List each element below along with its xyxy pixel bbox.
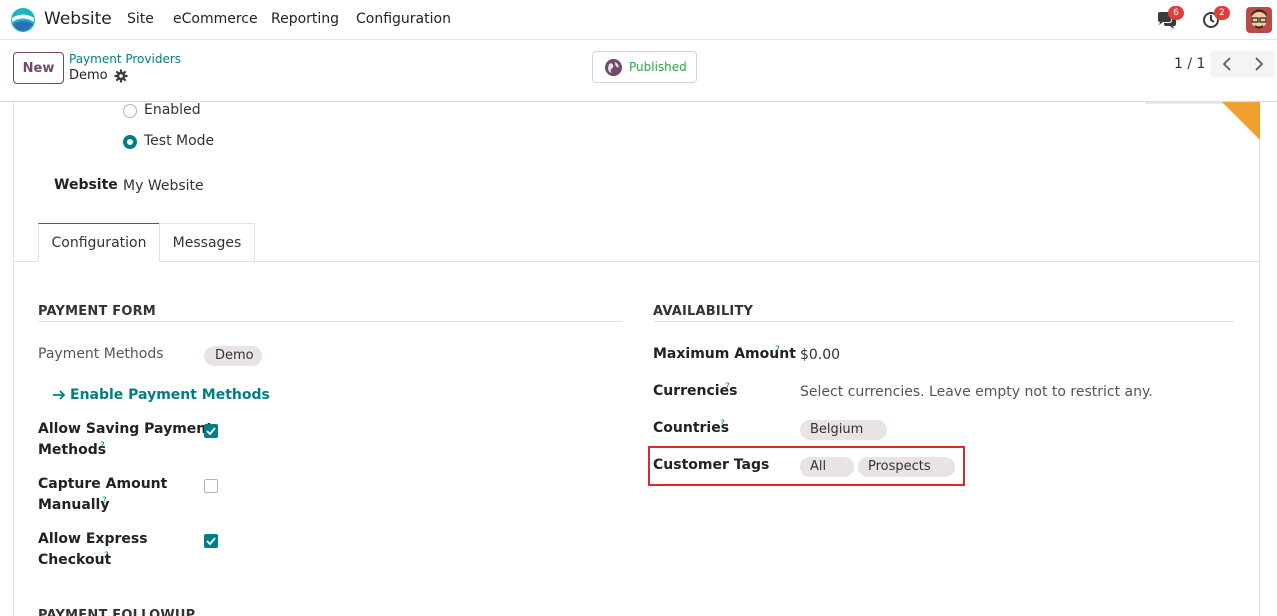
breadcrumb-current-record: Demo (69, 68, 108, 83)
menu-ecommerce[interactable]: eCommerce (173, 11, 258, 27)
pager-value[interactable]: 1 / 1 (1174, 56, 1205, 72)
availability-section-rule (653, 321, 1235, 322)
globe-icon (605, 59, 622, 76)
website-app-icon (11, 8, 35, 32)
published-button[interactable]: Published (592, 51, 697, 83)
express-checkout-label-line1: Allow Express (38, 531, 148, 547)
country-tag-belgium[interactable]: Belgium (800, 420, 887, 440)
customer-tag-prospects[interactable]: Prospects (858, 457, 955, 477)
capture-amount-help-icon[interactable]: ? (102, 496, 107, 506)
user-avatar[interactable] (1246, 7, 1272, 33)
payment-methods-label: Payment Methods (38, 346, 164, 362)
availability-section-title: AVAILABILITY (653, 304, 754, 319)
top-navbar: Website Site eCommerce Reporting Configu… (0, 0, 1277, 40)
messages-count-badge: 6 (1168, 6, 1184, 20)
website-field-label: Website (54, 177, 118, 193)
published-label: Published (629, 60, 687, 74)
tab-configuration[interactable]: Configuration (38, 223, 160, 262)
user-avatar-icon (1246, 7, 1272, 33)
checkmark-icon (206, 427, 216, 436)
customer-tags-label: Customer Tags (653, 457, 770, 473)
test-mode-ribbon (1145, 102, 1260, 142)
activities-count-badge: 2 (1214, 6, 1230, 20)
pager-previous-button[interactable] (1211, 51, 1243, 77)
ribbon-corner-shape (1145, 102, 1260, 140)
menu-site[interactable]: Site (127, 11, 154, 27)
website-field-value[interactable]: My Website (123, 178, 204, 194)
gear-icon[interactable] (114, 69, 128, 83)
allow-saving-label-line1: Allow Saving Payment (38, 421, 213, 437)
tab-messages[interactable]: Messages (159, 223, 255, 262)
countries-help-icon[interactable]: ? (720, 419, 725, 429)
new-button[interactable]: New (13, 52, 64, 84)
capture-amount-label-line1: Capture Amount (38, 476, 168, 492)
allow-saving-checkbox[interactable] (204, 424, 218, 438)
control-panel: New Payment Providers Demo Published 1 /… (0, 41, 1277, 102)
app-brand[interactable]: Website (10, 7, 112, 33)
currencies-help-icon[interactable]: ? (725, 382, 730, 392)
maximum-amount-help-icon[interactable]: ? (775, 345, 780, 355)
activities-button[interactable]: 2 (1202, 6, 1230, 32)
payment-method-tag-demo[interactable]: Demo (204, 346, 262, 366)
app-name: Website (44, 9, 112, 29)
currencies-input-placeholder[interactable]: Select currencies. Leave empty not to re… (800, 384, 1153, 400)
checkmark-icon (206, 537, 216, 546)
capture-amount-checkbox[interactable] (204, 479, 218, 493)
chevron-right-icon (1255, 57, 1264, 71)
menu-configuration[interactable]: Configuration (356, 11, 451, 27)
countries-label: Countries (653, 420, 730, 436)
enable-payment-methods-link[interactable]: Enable Payment Methods (70, 387, 270, 403)
breadcrumb-payment-providers[interactable]: Payment Providers (69, 52, 181, 66)
allow-saving-help-icon[interactable]: ? (100, 441, 105, 451)
maximum-amount-value[interactable]: $0.00 (800, 347, 840, 363)
arrow-right-icon (53, 390, 66, 400)
payment-form-section-rule (38, 321, 622, 322)
payment-form-section-title: PAYMENT FORM (38, 304, 156, 319)
allow-saving-label-line2: Methods (38, 442, 107, 458)
capture-amount-label-line2: Manually (38, 497, 110, 513)
menu-reporting[interactable]: Reporting (271, 11, 339, 27)
state-test-mode-radio[interactable] (123, 135, 137, 149)
express-checkout-label-line2: Checkout (38, 552, 112, 568)
express-checkout-checkbox[interactable] (204, 534, 218, 548)
express-checkout-help-icon[interactable]: ? (104, 551, 109, 561)
state-test-mode-label[interactable]: Test Mode (144, 133, 214, 149)
customer-tag-all[interactable]: All (800, 457, 854, 477)
payment-followup-section-title: PAYMENT FOLLOWUP (38, 608, 196, 616)
messages-button[interactable]: 6 (1156, 6, 1184, 32)
state-enabled-radio[interactable] (123, 104, 137, 118)
pager-next-button[interactable] (1243, 51, 1275, 77)
state-enabled-label[interactable]: Enabled (144, 102, 201, 118)
chevron-left-icon (1222, 57, 1231, 71)
